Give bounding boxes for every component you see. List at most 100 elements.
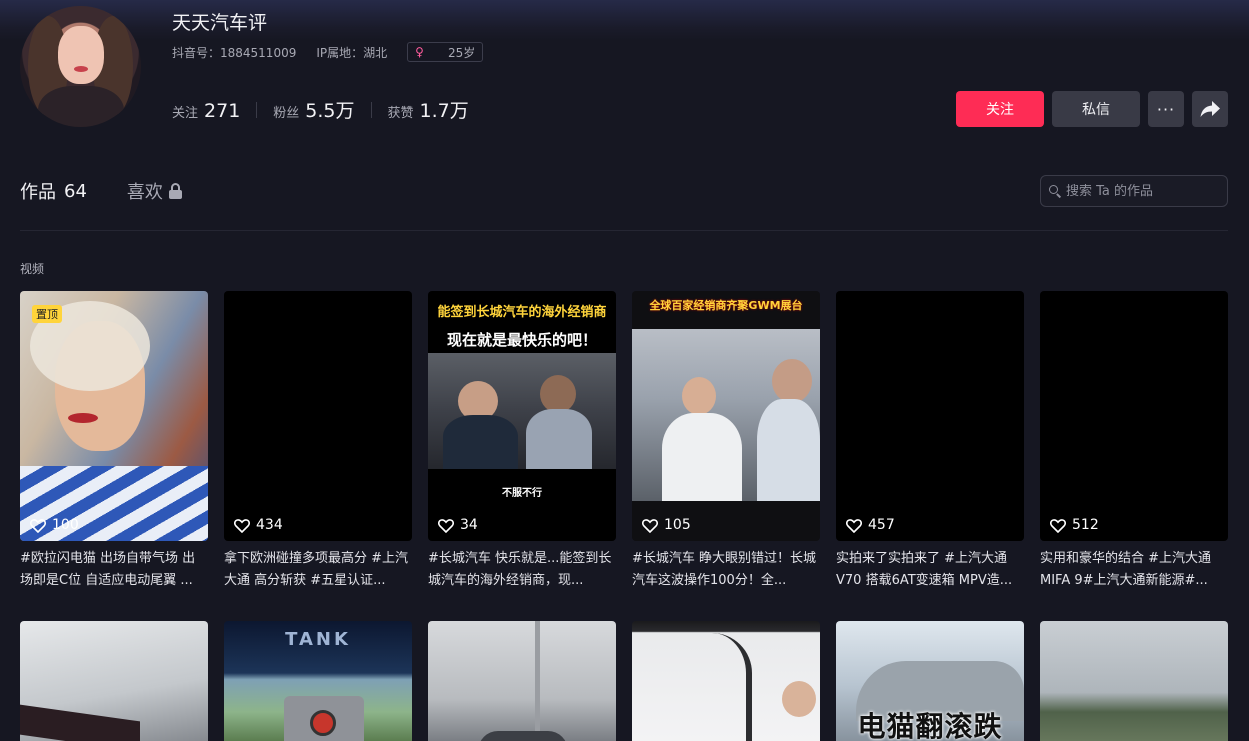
tab-likes[interactable]: 喜欢 (127, 178, 182, 204)
video-card[interactable]: 457 实拍来了实拍来了 #上汽大通V70 搭载6AT变速箱 MPV造... (836, 291, 1024, 592)
like-count: 100 (30, 517, 79, 533)
tab-works-label: 作品 (20, 182, 56, 203)
heart-icon (846, 518, 862, 533)
like-count-value: 434 (256, 517, 283, 533)
profile-meta: 抖音号：1884511009 IP属地：湖北 ♀ 25岁 (172, 42, 484, 62)
video-thumbnail[interactable]: 置顶 100 (20, 291, 208, 541)
thumb-lips (68, 413, 98, 423)
video-caption[interactable]: #欧拉闪电猫 出场自带气场 出场即是C位 自适应电动尾翼 ... (20, 548, 208, 592)
heart-icon (642, 518, 658, 533)
age-tag: ♀ 25岁 (407, 42, 484, 62)
video-thumbnail[interactable]: 512 (1040, 291, 1228, 541)
video-card[interactable] (428, 621, 616, 741)
douyin-id: 抖音号：1884511009 (172, 45, 297, 60)
section-label: 视频 (20, 262, 45, 276)
avatar[interactable] (20, 6, 141, 127)
video-card[interactable]: 434 拿下欧洲碰撞多项最高分 #上汽大通 高分斩获 #五星认证... (224, 291, 412, 592)
video-caption[interactable]: 实用和豪华的结合 #上汽大通MIFA 9#上汽大通新能源#... (1040, 548, 1228, 592)
follow-button[interactable]: 关注 (956, 91, 1044, 127)
tab-works[interactable]: 作品 64 (20, 178, 87, 204)
video-caption[interactable]: #长城汽车 睁大眼别错过！长城汽车这波操作100分！全... (632, 548, 820, 592)
thumb-pole (535, 621, 540, 741)
video-thumbnail[interactable]: 434 (224, 291, 412, 541)
like-count-value: 34 (460, 517, 478, 533)
overlay-headline: 全球百家经销商齐聚GWM展台 (649, 299, 803, 312)
pinned-badge: 置顶 (32, 305, 62, 323)
heart-icon (1050, 518, 1066, 533)
video-card[interactable] (20, 621, 208, 741)
stat-divider (370, 101, 372, 118)
tabs-divider (20, 230, 1228, 231)
thumb-conference-photo (428, 353, 616, 469)
video-card[interactable]: 电猫翻滚跌 (836, 621, 1024, 741)
video-thumbnail[interactable] (20, 621, 208, 741)
search-input[interactable] (1066, 183, 1216, 199)
stat-followers-value: 5.5万 (305, 100, 355, 122)
message-button[interactable]: 私信 (1052, 91, 1140, 127)
thumb-person (782, 681, 816, 717)
like-count-value: 105 (664, 517, 691, 533)
avatar-face (58, 26, 104, 84)
overlay-headline: 电猫翻滚跌 (857, 710, 1003, 741)
video-card[interactable] (632, 621, 820, 741)
video-card[interactable]: 全球百家经销商齐聚GWM展台 105 #长城汽车 睁大眼别错过！长城汽车这波操作… (632, 291, 820, 592)
stat-following-value: 271 (204, 100, 241, 122)
search-icon (1049, 185, 1062, 198)
search-box[interactable] (1040, 175, 1228, 207)
overlay-caption: 不服不行 (502, 488, 542, 499)
video-thumbnail[interactable]: 能签到长城汽车的海外经销商 现在就是最快乐的吧！ 不服不行 34 (428, 291, 616, 541)
like-count: 457 (846, 517, 895, 533)
profile-tabs: 作品 64 喜欢 (20, 178, 182, 204)
ip-location: IP属地：湖北 (316, 45, 388, 60)
video-thumbnail[interactable]: 457 (836, 291, 1024, 541)
heart-icon (30, 518, 46, 533)
video-caption[interactable]: #长城汽车 快乐就是...能签到长城汽车的海外经销商，现... (428, 548, 616, 592)
share-icon (1200, 101, 1220, 117)
video-thumbnail[interactable]: 全球百家经销商齐聚GWM展台 105 (632, 291, 820, 541)
stat-likes: 获赞 1.7万 (388, 96, 469, 123)
stat-following[interactable]: 关注 271 (172, 100, 240, 122)
video-thumbnail[interactable] (632, 621, 820, 741)
thumb-car (284, 696, 364, 741)
share-button[interactable] (1192, 91, 1228, 127)
like-count: 512 (1050, 517, 1099, 533)
video-card[interactable]: 能签到长城汽车的海外经销商 现在就是最快乐的吧！ 不服不行 34 #长城汽车 快… (428, 291, 616, 592)
video-thumbnail[interactable]: 电猫翻滚跌 (836, 621, 1024, 741)
stat-following-label: 关注 (172, 106, 199, 121)
tab-works-count: 64 (64, 180, 87, 202)
more-button[interactable]: ··· (1148, 91, 1184, 127)
stat-likes-value: 1.7万 (419, 100, 469, 122)
video-card[interactable]: 置顶 100 #欧拉闪电猫 出场自带气场 出场即是C位 自适应电动尾翼 ... (20, 291, 208, 592)
video-thumbnail[interactable] (428, 621, 616, 741)
thumb-car (478, 731, 568, 741)
video-card[interactable] (1040, 621, 1228, 741)
thumb-car-roof (20, 704, 140, 741)
like-count-value: 100 (52, 517, 79, 533)
overlay-brand: TANK (285, 629, 351, 650)
video-card[interactable]: 512 实用和豪华的结合 #上汽大通MIFA 9#上汽大通新能源#... (1040, 291, 1228, 592)
heart-icon (438, 518, 454, 533)
overlay-subheadline: 现在就是最快乐的吧！ (446, 331, 597, 349)
female-icon: ♀ (415, 45, 424, 59)
like-count: 434 (234, 517, 283, 533)
overlay-headline: 能签到长城汽车的海外经销商 (437, 305, 607, 320)
stat-followers[interactable]: 粉丝 5.5万 (273, 96, 354, 123)
thumb-car-door (632, 633, 752, 741)
profile-name: 天天汽车评 (172, 12, 268, 34)
age-text: 25岁 (447, 45, 476, 60)
heart-icon (234, 518, 250, 533)
like-count-value: 457 (868, 517, 895, 533)
like-count-value: 512 (1072, 517, 1099, 533)
avatar-lips (74, 66, 88, 72)
like-count: 34 (438, 517, 478, 533)
video-thumbnail[interactable]: TANK (224, 621, 412, 741)
like-count: 105 (642, 517, 691, 533)
video-caption[interactable]: 拿下欧洲碰撞多项最高分 #上汽大通 高分斩获 #五星认证... (224, 548, 412, 592)
thumb-exhibition-photo (632, 329, 820, 501)
avatar-body (38, 86, 124, 127)
stat-likes-label: 获赞 (387, 106, 414, 121)
tab-likes-label: 喜欢 (126, 182, 163, 203)
video-card[interactable]: TANK (224, 621, 412, 741)
video-caption[interactable]: 实拍来了实拍来了 #上汽大通V70 搭载6AT变速箱 MPV造... (836, 548, 1024, 592)
video-thumbnail[interactable] (1040, 621, 1228, 741)
